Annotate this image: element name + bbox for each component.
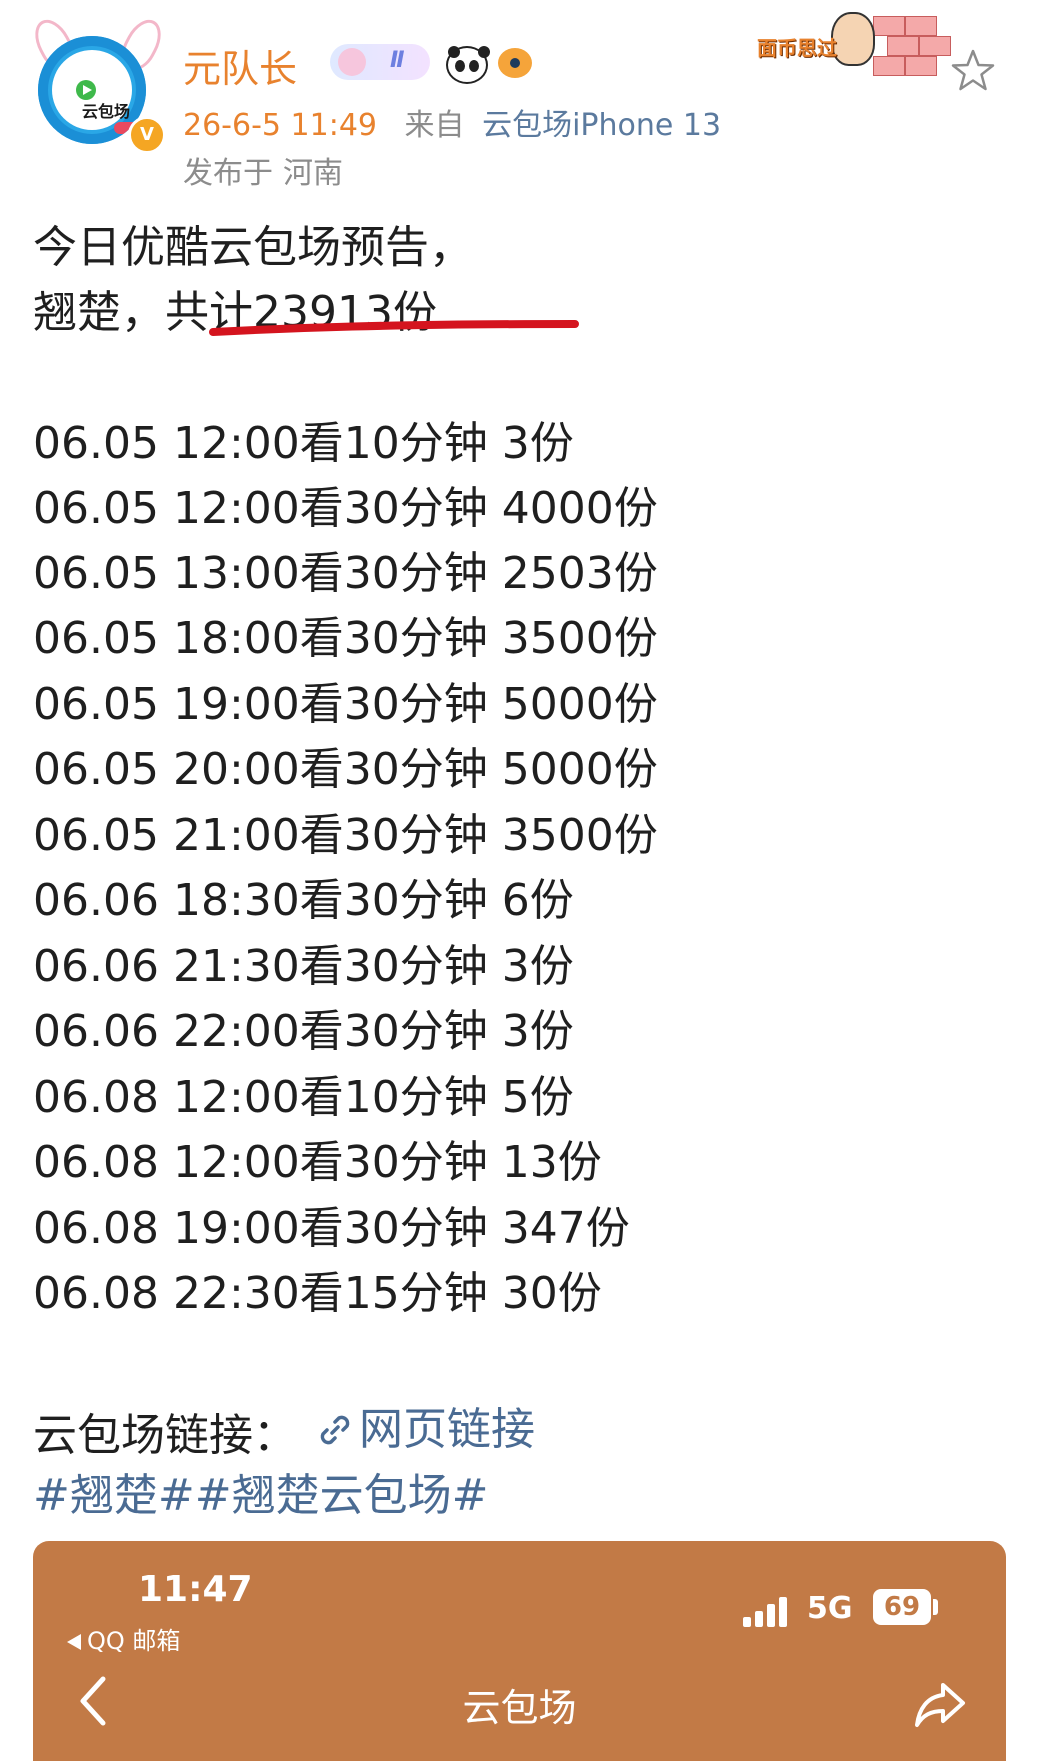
fish-icon[interactable] — [496, 44, 536, 80]
panda-ear-right — [478, 46, 490, 58]
post-header: 云包场 V 元队长 Ⅱ 26-6-5 11:49 来自 云包场iPhone 13… — [0, 0, 1041, 200]
panda-face — [446, 46, 490, 84]
money-bill-icon — [887, 36, 919, 56]
signal-bar — [779, 1597, 787, 1627]
post-source[interactable]: 云包场iPhone 13 — [482, 108, 721, 143]
schedule-item: 06.08 12:00看10分钟 5份 — [33, 1072, 574, 1123]
link-row: 云包场链接： 网页链接 — [33, 1400, 535, 1466]
battery-tip — [933, 1599, 938, 1615]
username[interactable]: 元队长 — [183, 38, 297, 93]
schedule-item: 06.05 12:00看30分钟 4000份 — [33, 483, 658, 534]
panda-ear-left — [448, 46, 460, 58]
panda-icon[interactable] — [444, 44, 490, 84]
money-bill-icon — [873, 56, 905, 76]
schedule-item: 06.05 19:00看30分钟 5000份 — [33, 679, 658, 730]
avatar-logo: 云包场 — [52, 50, 144, 134]
money-bill-icon — [919, 36, 951, 56]
schedule-item: 06.08 19:00看30分钟 347份 — [33, 1203, 630, 1254]
location-label: 发布于 — [183, 156, 273, 191]
schedule-item: 06.05 21:00看30分钟 3500份 — [33, 810, 658, 861]
star-icon[interactable] — [950, 48, 996, 94]
hashtag-row: #翘楚##翘楚云包场# — [33, 1466, 488, 1526]
rank-badge[interactable]: Ⅱ — [330, 44, 430, 80]
location-value: 河南 — [283, 156, 343, 191]
schedule-item: 06.08 12:00看30分钟 13份 — [33, 1137, 602, 1188]
panda-eye-left — [455, 60, 465, 72]
link-label: 云包场链接： — [33, 1410, 297, 1461]
post-meta: 26-6-5 11:49 来自 云包场iPhone 13 — [183, 100, 721, 144]
embed-back-app-label: QQ 邮箱 — [87, 1627, 181, 1655]
post-time: 26-6-5 11:49 — [183, 108, 377, 143]
embedded-screenshot[interactable]: 11:47 QQ 邮箱 5G 69 云包场 — [33, 1541, 1006, 1761]
play-icon — [76, 80, 96, 100]
red-underline-mark — [209, 320, 579, 336]
share-icon — [915, 1683, 965, 1727]
rank-badge-icon — [338, 48, 366, 76]
decoration-sticker: 面币思过 — [755, 6, 965, 86]
schedule-item: 06.08 22:30看15分钟 30份 — [33, 1268, 602, 1319]
web-link-text: 网页链接 — [359, 1404, 535, 1455]
signal-bar — [755, 1611, 763, 1627]
decoration-caption: 面币思过 — [757, 36, 837, 60]
schedule-item: 06.05 18:00看30分钟 3500份 — [33, 613, 658, 664]
fish-body — [498, 48, 532, 78]
source-label: 来自 — [404, 108, 465, 143]
signal-bar — [743, 1617, 751, 1627]
intro-line-2-prefix: 翘楚， — [33, 287, 165, 338]
schedule-item: 06.05 12:00看10分钟 3份 — [33, 418, 574, 469]
money-bill-icon — [905, 56, 937, 76]
hashtag-qiaochu-yunbaochang[interactable]: #翘楚云包场# — [195, 1470, 489, 1521]
schedule-item: 06.06 21:30看30分钟 3份 — [33, 941, 574, 992]
verified-badge-icon: V — [128, 116, 166, 154]
post-location: 发布于 河南 — [183, 148, 343, 192]
schedule-item: 06.05 20:00看30分钟 5000份 — [33, 744, 658, 795]
avatar[interactable]: 云包场 V — [27, 13, 169, 154]
embed-status-time: 11:47 — [138, 1569, 253, 1610]
network-type: 5G — [807, 1591, 853, 1626]
signal-bar — [767, 1604, 775, 1627]
back-triangle-icon — [67, 1634, 81, 1650]
schedule-item: 06.06 18:30看30分钟 6份 — [33, 875, 574, 926]
embed-title: 云包场 — [462, 1686, 577, 1730]
rank-badge-label: Ⅱ — [390, 48, 405, 73]
fish-eye — [510, 58, 520, 68]
character-face-icon — [831, 12, 875, 66]
embed-back-to-app: QQ 邮箱 — [67, 1621, 180, 1656]
money-bill-icon — [905, 16, 937, 36]
panda-eye-right — [469, 60, 479, 72]
signal-icon — [743, 1595, 793, 1627]
money-bill-icon — [873, 16, 905, 36]
avatar-logo-text: 云包场 — [82, 102, 131, 121]
schedule-item: 06.06 22:00看30分钟 3份 — [33, 1006, 574, 1057]
link-icon — [320, 1415, 350, 1445]
battery-icon: 69 — [873, 1589, 931, 1625]
hashtag-qiaochu[interactable]: #翘楚# — [33, 1470, 195, 1521]
schedule-item: 06.05 13:00看30分钟 2503份 — [33, 548, 658, 599]
intro-line-1: 今日优酷云包场预告， — [33, 222, 473, 273]
web-link[interactable]: 网页链接 — [315, 1400, 535, 1460]
